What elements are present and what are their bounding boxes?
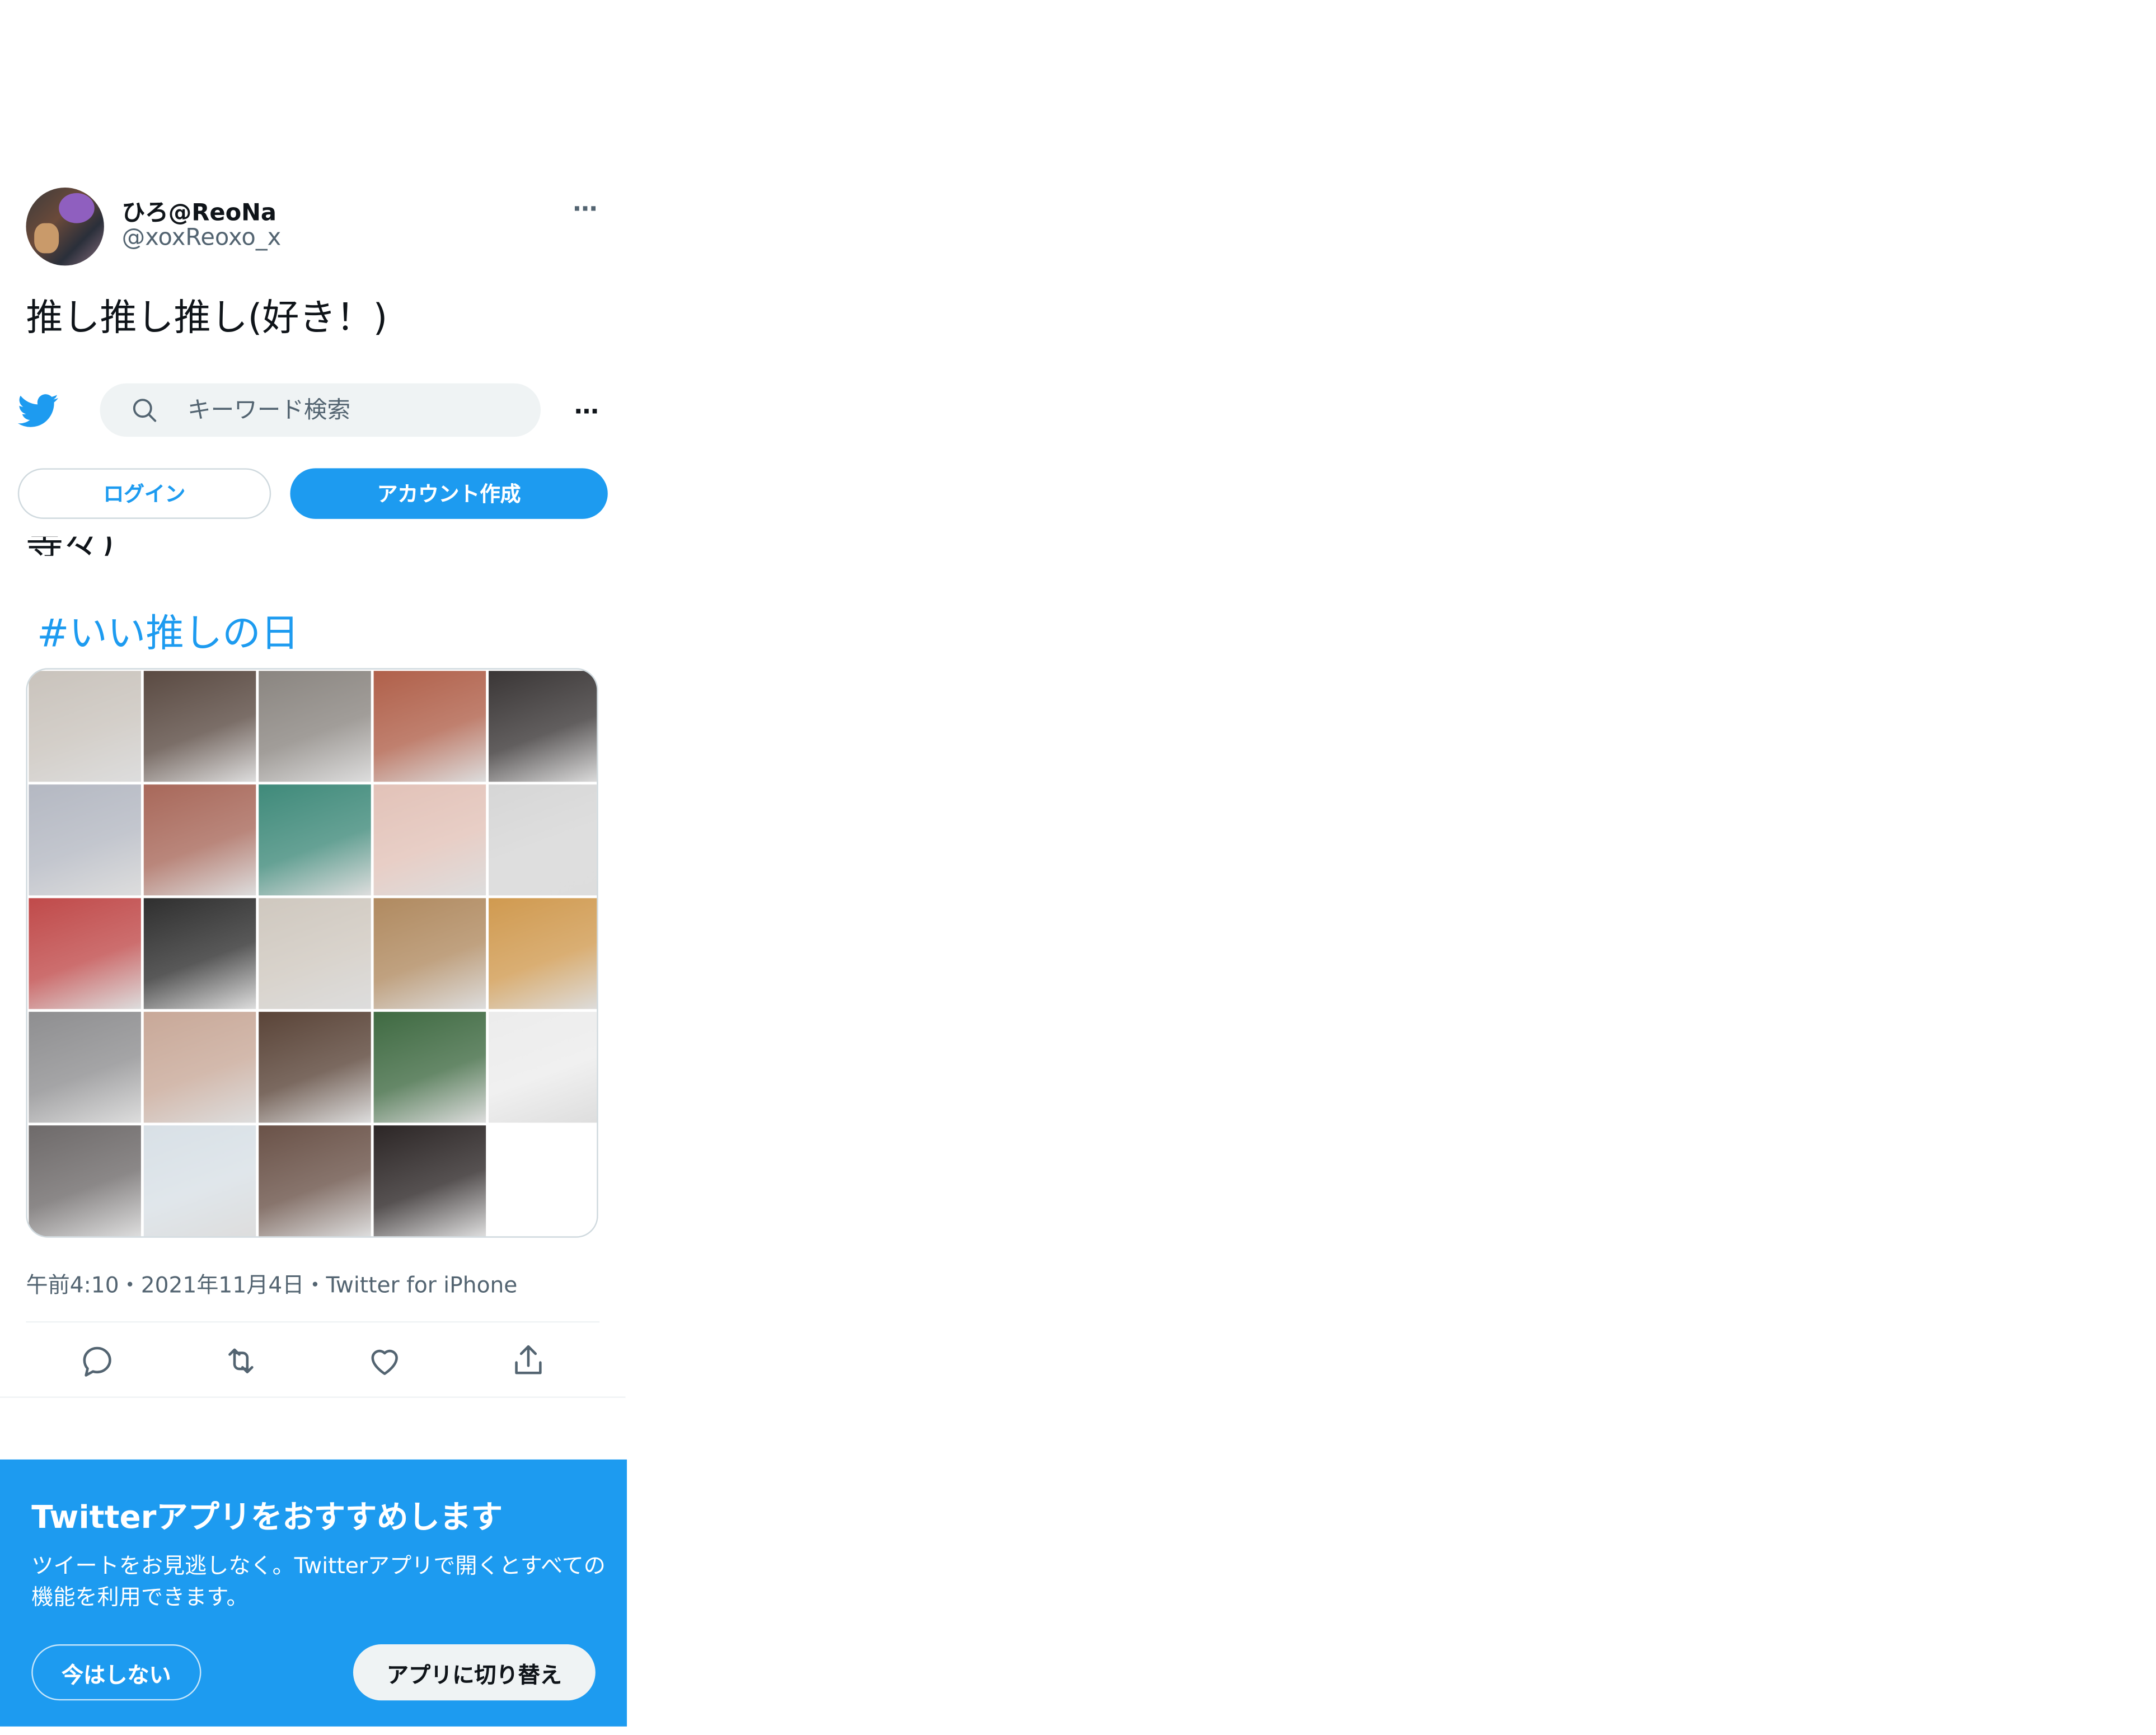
grid-image[interactable] — [29, 784, 141, 896]
grid-image[interactable] — [29, 671, 141, 782]
banner-title: Twitterアプリをおすすめします — [31, 1500, 503, 1536]
grid-image[interactable] — [373, 1012, 486, 1123]
hashtag-link[interactable]: #いい推しの日 — [37, 604, 299, 658]
like-icon[interactable] — [365, 1342, 404, 1380]
grid-image[interactable] — [259, 784, 371, 896]
tweet-meta[interactable]: 午前4:10・2021年11月4日・Twitter for iPhone — [26, 1266, 517, 1299]
avatar-decoration — [59, 193, 95, 223]
grid-image[interactable] — [489, 898, 597, 1009]
user-handle[interactable]: @xoxReoxo_x — [122, 225, 282, 252]
grid-image[interactable] — [489, 1012, 597, 1123]
grid-image[interactable] — [143, 1012, 256, 1123]
search-icon — [133, 399, 157, 422]
grid-image[interactable] — [259, 671, 371, 782]
grid-image[interactable] — [29, 1125, 141, 1237]
image-grid — [26, 668, 598, 1238]
divider — [0, 1396, 626, 1398]
reply-icon[interactable] — [78, 1342, 116, 1380]
banner-body: ツイートをお見逃しなく。Twitterアプリで開くとすべての機能を利用できます。 — [31, 1552, 606, 1610]
not-now-button[interactable]: 今はしない — [31, 1644, 201, 1701]
switch-to-app-button[interactable]: アプリに切り替え — [353, 1644, 596, 1701]
signup-button[interactable]: アカウント作成 — [290, 468, 608, 519]
grid-image[interactable] — [373, 898, 486, 1009]
avatar-decoration — [34, 223, 59, 254]
grid-image[interactable] — [143, 1125, 256, 1237]
grid-image[interactable] — [373, 671, 486, 782]
grid-image[interactable] — [489, 784, 597, 896]
display-name[interactable]: ひろ@ReoNa — [122, 193, 276, 227]
login-button[interactable]: ログイン — [17, 468, 271, 519]
divider — [26, 1321, 600, 1323]
grid-image[interactable] — [259, 1012, 371, 1123]
grid-image[interactable] — [373, 784, 486, 896]
grid-image[interactable] — [143, 671, 256, 782]
grid-image[interactable] — [29, 898, 141, 1009]
share-icon[interactable] — [509, 1342, 547, 1380]
more-icon[interactable]: … — [566, 392, 607, 426]
avatar[interactable] — [26, 188, 104, 266]
grid-image[interactable] — [259, 1125, 371, 1237]
more-icon[interactable]: … — [566, 190, 604, 223]
tweet-text: 推し推し推し(好き！) — [26, 297, 388, 340]
retweet-icon[interactable] — [222, 1342, 260, 1380]
twitter-bird-icon[interactable] — [17, 390, 59, 431]
grid-image[interactable] — [489, 671, 597, 782]
grid-image[interactable] — [143, 784, 256, 896]
search-input[interactable] — [188, 383, 516, 437]
grid-image[interactable] — [373, 1125, 486, 1237]
grid-image[interactable] — [29, 1012, 141, 1123]
grid-image[interactable] — [143, 898, 256, 1009]
scene: ひろ@ReoNa @xoxReoxo_x … 推し推し推し(好き！) 等々) #… — [0, 0, 2113, 1727]
grid-image[interactable] — [259, 898, 371, 1009]
